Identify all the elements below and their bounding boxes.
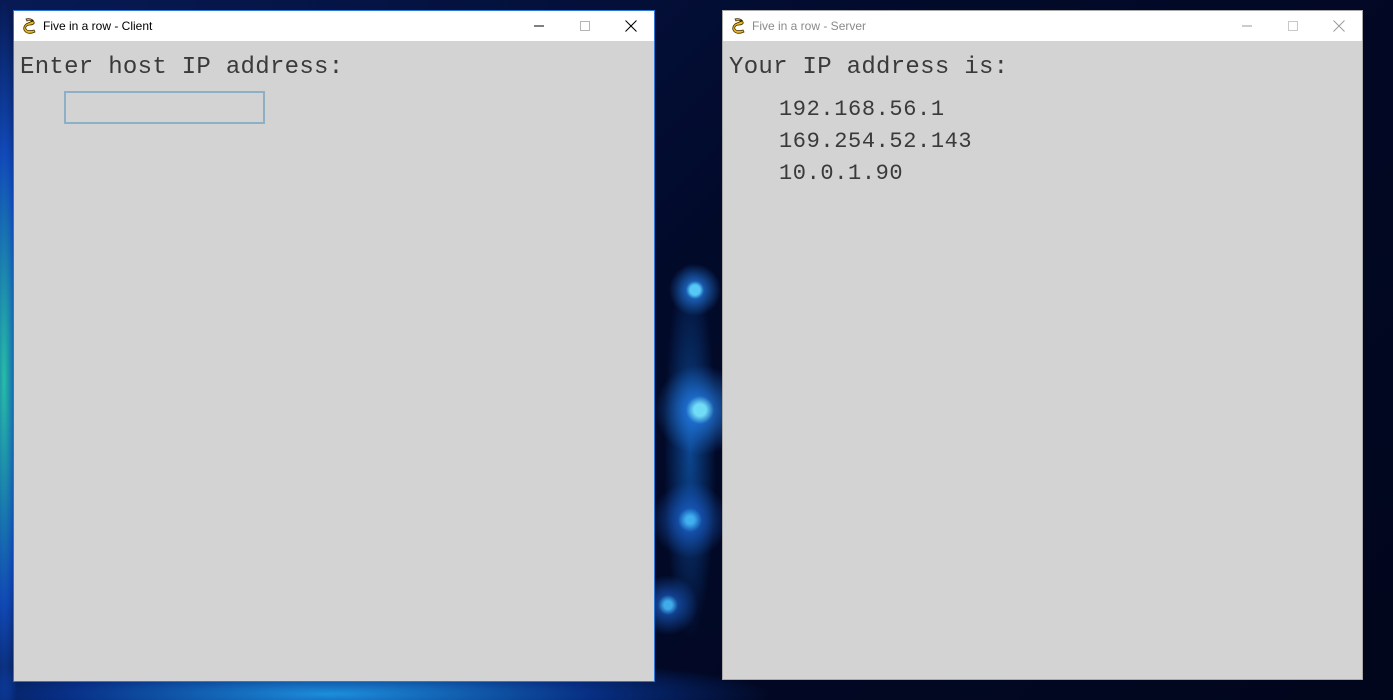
ip-address-item: 192.168.56.1	[779, 97, 945, 122]
client-content: Enter host IP address:	[14, 41, 654, 681]
close-button[interactable]	[1316, 11, 1362, 41]
minimize-button[interactable]	[516, 11, 562, 41]
maximize-button[interactable]	[562, 11, 608, 41]
maximize-icon	[1288, 21, 1298, 31]
server-window: Five in a row - Server Your IP address i…	[722, 10, 1363, 680]
host-ip-prompt: Enter host IP address:	[20, 54, 344, 81]
minimize-icon	[1242, 25, 1252, 27]
ip-address-item: 10.0.1.90	[779, 161, 904, 186]
server-titlebar[interactable]: Five in a row - Server	[723, 11, 1362, 41]
maximize-button[interactable]	[1270, 11, 1316, 41]
close-icon	[1333, 20, 1345, 32]
close-icon	[625, 20, 637, 32]
pygame-snake-icon	[732, 18, 746, 34]
ip-address-heading: Your IP address is:	[729, 54, 1009, 81]
minimize-button[interactable]	[1224, 11, 1270, 41]
server-window-title: Five in a row - Server	[752, 19, 867, 33]
client-window-title: Five in a row - Client	[43, 19, 153, 33]
ip-address-list: 192.168.56.1 169.254.52.143 10.0.1.90	[779, 94, 972, 190]
close-button[interactable]	[608, 11, 654, 41]
ip-address-item: 169.254.52.143	[779, 129, 973, 154]
client-titlebar[interactable]: Five in a row - Client	[14, 11, 654, 41]
minimize-icon	[534, 25, 544, 27]
host-ip-input[interactable]	[64, 91, 265, 124]
maximize-icon	[580, 21, 590, 31]
client-window: Five in a row - Client Enter host IP add…	[13, 10, 655, 682]
server-content: Your IP address is: 192.168.56.1 169.254…	[723, 41, 1362, 679]
pygame-snake-icon	[23, 18, 37, 34]
